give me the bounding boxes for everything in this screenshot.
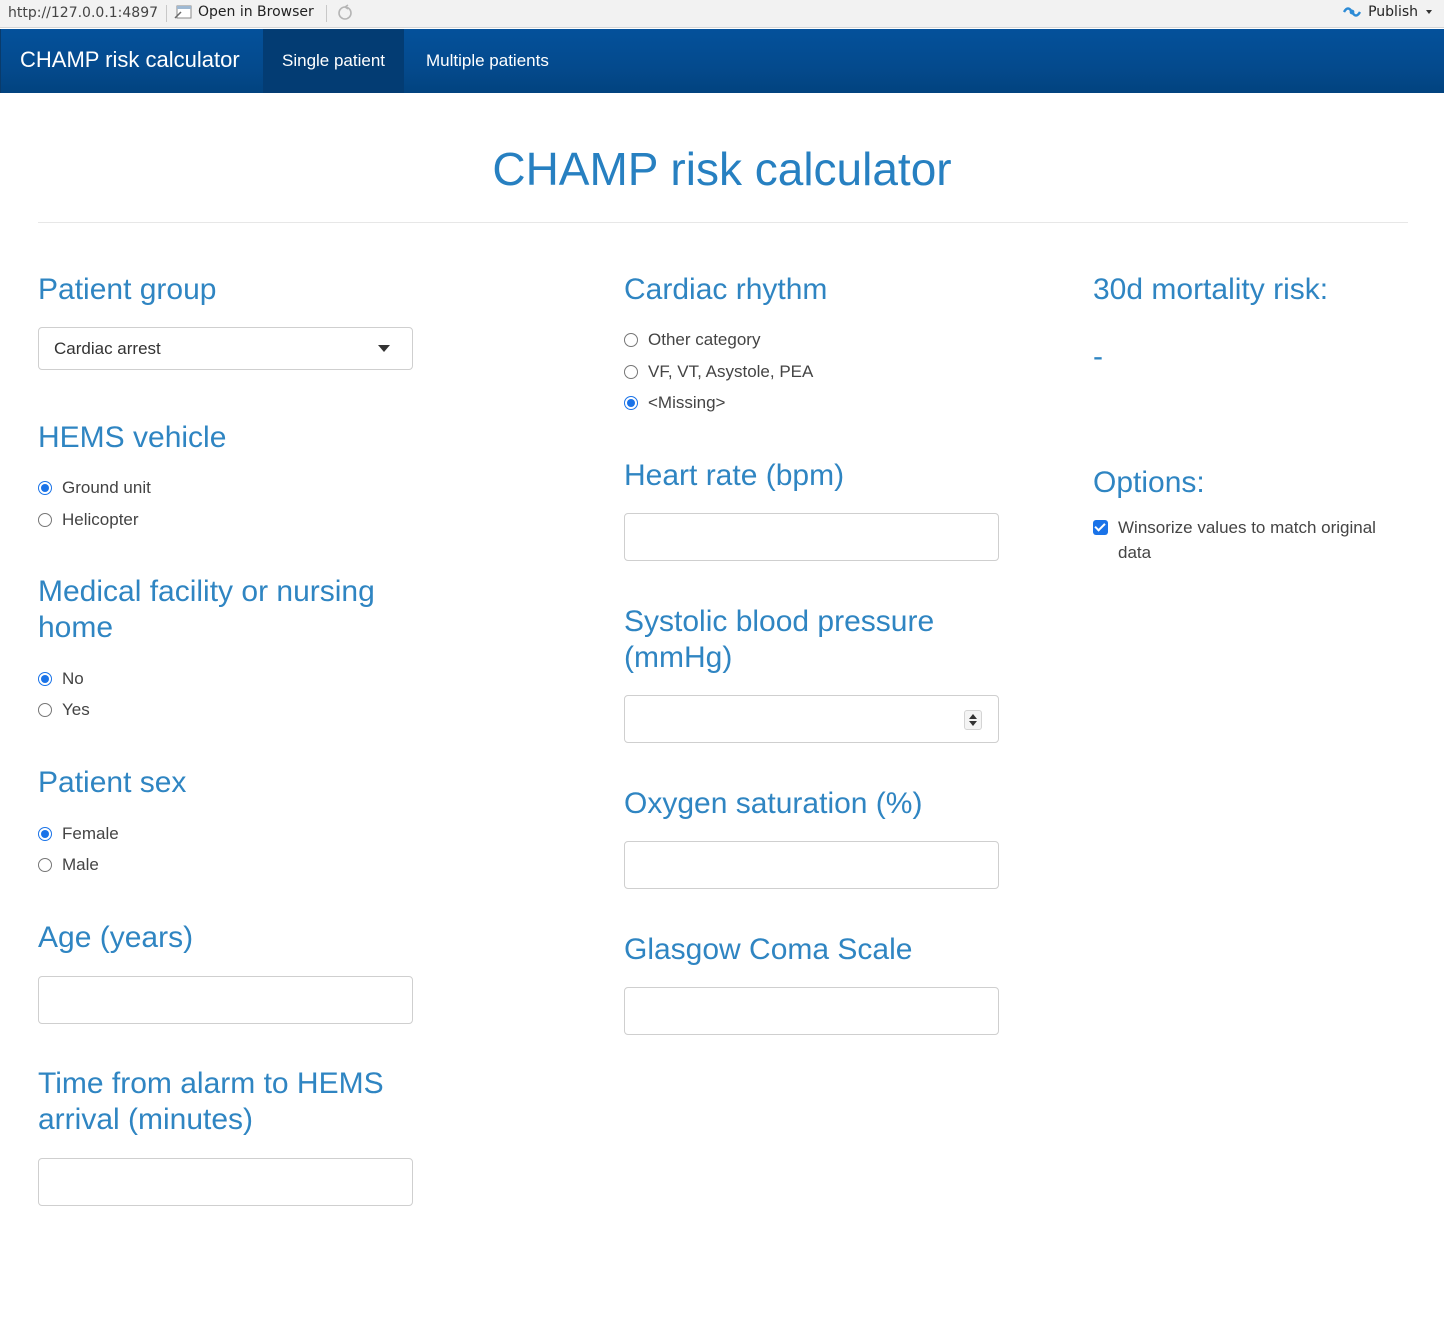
- patient-group-selected-value: Cardiac arrest: [54, 339, 161, 358]
- chevron-down-icon: [1426, 10, 1432, 14]
- gcs-heading: Glasgow Coma Scale: [624, 933, 913, 966]
- heading-line: home: [38, 611, 114, 644]
- radio-button[interactable]: [624, 333, 638, 347]
- refresh-icon[interactable]: [336, 4, 354, 22]
- patient-group-select[interactable]: Cardiac arrest: [38, 327, 413, 370]
- radio-label: Ground unit: [62, 478, 151, 497]
- navbar-brand[interactable]: CHAMP risk calculator: [20, 47, 240, 73]
- radio-other-category[interactable]: Other category: [624, 329, 760, 351]
- systolic-bp-heading: Systolic blood pressure (mmHg): [624, 604, 934, 676]
- radio-button-selected[interactable]: [38, 827, 52, 841]
- open-in-browser-button[interactable]: Open in Browser: [174, 4, 314, 20]
- radio-label: VF, VT, Asystole, PEA: [648, 362, 814, 381]
- label-line: data: [1118, 543, 1152, 562]
- radio-facility-no[interactable]: No: [38, 668, 84, 690]
- time-alarm-input[interactable]: [38, 1158, 413, 1206]
- hems-vehicle-heading: HEMS vehicle: [38, 421, 227, 454]
- radio-button-selected[interactable]: [38, 672, 52, 686]
- radio-label: Male: [62, 855, 99, 874]
- navbar: CHAMP risk calculator Single patient Mul…: [0, 29, 1444, 93]
- radio-label: No: [62, 669, 84, 688]
- radio-ground-unit[interactable]: Ground unit: [38, 477, 151, 499]
- radio-male[interactable]: Male: [38, 854, 99, 876]
- heading-line: Medical facility or nursing: [38, 575, 375, 608]
- radio-female[interactable]: Female: [38, 823, 119, 845]
- radio-button-selected[interactable]: [624, 396, 638, 410]
- spinner-down-icon[interactable]: [969, 721, 977, 726]
- publish-label: Publish: [1368, 4, 1418, 20]
- radio-button[interactable]: [624, 365, 638, 379]
- radio-button[interactable]: [38, 858, 52, 872]
- radio-button-selected[interactable]: [38, 481, 52, 495]
- oxygen-saturation-input[interactable]: [624, 841, 999, 889]
- mortality-risk-value: -: [1093, 340, 1103, 373]
- label-line: Winsorize values to match original: [1118, 518, 1376, 537]
- heading-line: arrival (minutes): [38, 1103, 254, 1136]
- age-heading: Age (years): [38, 921, 194, 954]
- publish-icon: [1343, 7, 1362, 17]
- radio-facility-yes[interactable]: Yes: [38, 699, 90, 721]
- cardiac-rhythm-heading: Cardiac rhythm: [624, 273, 828, 306]
- page-title: CHAMP risk calculator: [492, 143, 952, 195]
- systolic-bp-input[interactable]: [624, 695, 999, 743]
- open-in-browser-label: Open in Browser: [198, 4, 314, 20]
- radio-label: Other category: [648, 330, 761, 349]
- radio-button[interactable]: [38, 513, 52, 527]
- spinner-up-icon[interactable]: [969, 714, 977, 719]
- winsorize-label[interactable]: Winsorize values to match original data: [1118, 515, 1408, 565]
- age-input[interactable]: [38, 976, 413, 1024]
- heart-rate-heading: Heart rate (bpm): [624, 459, 845, 492]
- winsorize-checkbox[interactable]: [1093, 520, 1108, 535]
- radio-button[interactable]: [38, 703, 52, 717]
- heading-line: Systolic blood pressure: [624, 605, 935, 638]
- radio-label: Helicopter: [62, 510, 139, 529]
- options-heading: Options:: [1093, 466, 1205, 499]
- medical-facility-heading: Medical facility or nursing home: [38, 574, 375, 646]
- viewer-url: http://127.0.0.1:4897: [8, 5, 159, 21]
- toolbar-divider: [326, 5, 327, 22]
- dropdown-caret-icon: [378, 345, 390, 352]
- heading-line: Time from alarm to HEMS: [38, 1067, 384, 1100]
- patient-group-heading: Patient group: [38, 273, 217, 306]
- toolbar-divider: [166, 5, 167, 22]
- tab-single-patient[interactable]: Single patient: [263, 29, 405, 93]
- number-spinner[interactable]: [964, 710, 982, 730]
- radio-helicopter[interactable]: Helicopter: [38, 509, 139, 531]
- time-alarm-heading: Time from alarm to HEMS arrival (minutes…: [38, 1066, 384, 1138]
- browser-window-icon: [174, 5, 192, 19]
- radio-label: Female: [62, 824, 119, 843]
- title-divider: [38, 222, 1408, 223]
- radio-missing[interactable]: <Missing>: [624, 392, 725, 414]
- mortality-risk-heading: 30d mortality risk:: [1093, 273, 1329, 306]
- tab-multiple-patients[interactable]: Multiple patients: [407, 29, 568, 93]
- radio-label: Yes: [62, 700, 90, 719]
- radio-vf-vt[interactable]: VF, VT, Asystole, PEA: [624, 361, 813, 383]
- publish-button[interactable]: Publish: [1342, 4, 1434, 20]
- radio-label: <Missing>: [648, 393, 726, 412]
- patient-sex-heading: Patient sex: [38, 766, 187, 799]
- heart-rate-input[interactable]: [624, 513, 999, 561]
- oxygen-saturation-heading: Oxygen saturation (%): [624, 787, 923, 820]
- viewer-toolbar: http://127.0.0.1:4897 Open in Browser Pu…: [0, 0, 1444, 28]
- gcs-input[interactable]: [624, 987, 999, 1035]
- heading-line: (mmHg): [624, 641, 733, 674]
